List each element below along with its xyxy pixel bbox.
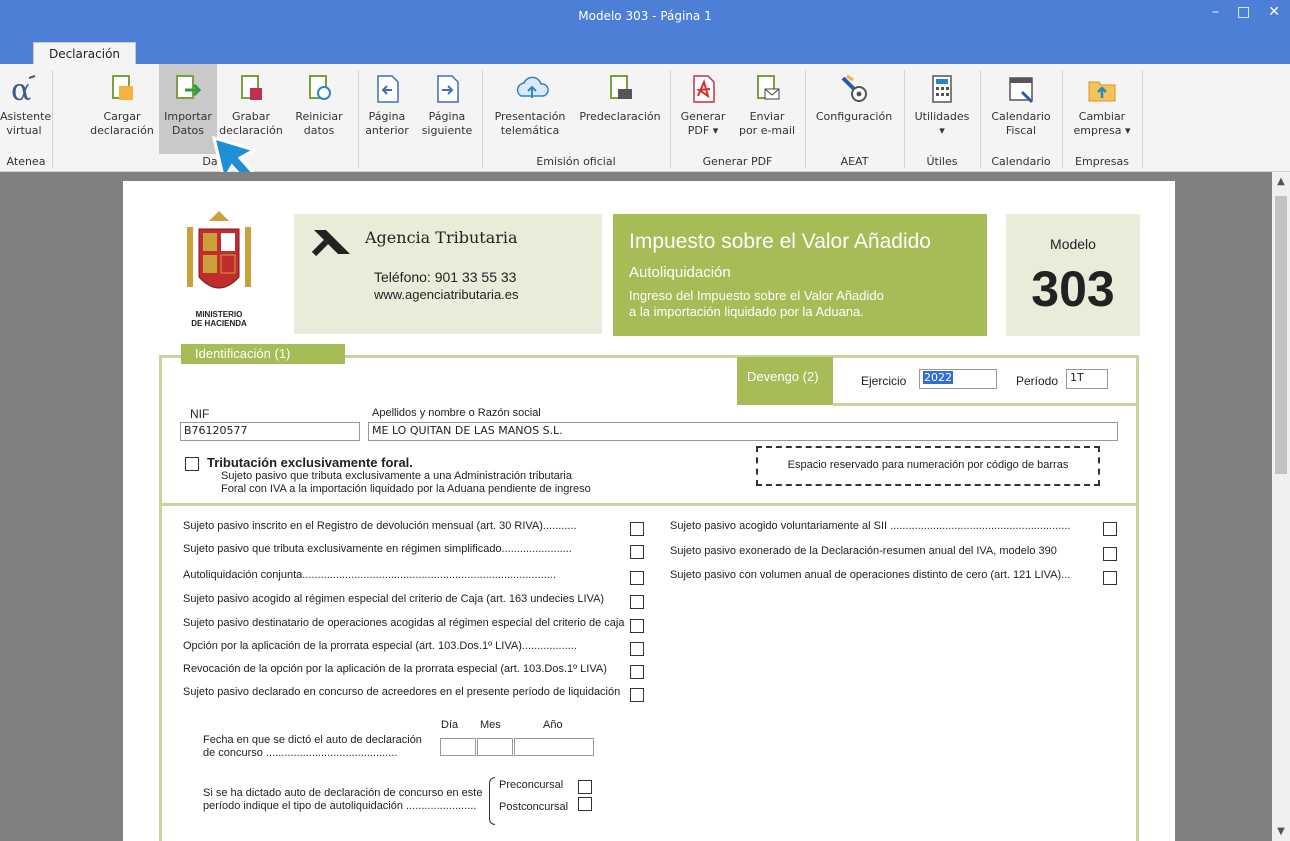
tab-strip: Declaración — [0, 34, 1290, 66]
pagina-anterior-button[interactable]: Página anterior — [362, 64, 412, 154]
postconcursal-checkbox[interactable] — [578, 797, 592, 811]
utilidades-button[interactable]: Utilidades ▾ — [908, 64, 976, 154]
ribbon: α Asistente virtual Cargar declaración Imp… — [0, 64, 1290, 172]
pdf-icon — [688, 74, 718, 104]
foral-checkbox[interactable] — [185, 457, 199, 471]
save-icon — [236, 74, 266, 104]
left-check-label: Sujeto pasivo destinatario de operacione… — [183, 617, 625, 629]
document-viewport: MINISTERIO DE HACIENDA Agencia Tributari… — [8, 172, 1272, 841]
minimize-icon[interactable]: – — [1212, 4, 1219, 20]
group-emision: Emisión oficial — [536, 155, 616, 168]
calculator-icon — [927, 74, 957, 104]
barcode-area: Espacio reservado para numeración por có… — [756, 446, 1100, 486]
right-checkbox[interactable] — [1103, 547, 1117, 561]
devengo-label: Devengo (2) — [737, 357, 833, 405]
preconcursal-checkbox[interactable] — [578, 780, 592, 794]
group-calendario: Calendario — [991, 155, 1051, 168]
left-check-label: Sujeto pasivo que tributa exclusivamente… — [183, 543, 572, 555]
import-icon — [173, 74, 203, 104]
calendar-icon — [1006, 74, 1036, 104]
scroll-up-icon[interactable]: ▲ — [1272, 176, 1290, 187]
arrow-left-icon — [372, 74, 402, 104]
presentacion-telematica-button[interactable]: Presentación telemática — [488, 64, 572, 154]
left-checkbox[interactable] — [630, 665, 644, 679]
left-checkbox[interactable] — [630, 619, 644, 633]
cloud-upload-icon — [515, 74, 549, 104]
predeclaracion-button[interactable]: Predeclaración — [574, 64, 666, 154]
group-utiles: Útiles — [926, 155, 958, 168]
left-checkbox[interactable] — [630, 595, 644, 609]
calendario-fiscal-button[interactable]: Calendario Fiscal — [984, 64, 1058, 154]
left-check-label: Sujeto pasivo declarado en concurso de a… — [183, 686, 621, 698]
agencia-logo-icon — [312, 230, 350, 256]
concurso-dia-field[interactable] — [440, 738, 476, 756]
refresh-icon — [304, 74, 334, 104]
scroll-down-icon[interactable]: ▼ — [1272, 826, 1290, 837]
email-icon — [752, 74, 782, 104]
maximize-icon[interactable]: □ — [1237, 4, 1250, 20]
right-check-label: Sujeto pasivo exonerado de la Declaració… — [670, 545, 1057, 557]
window-title: Modelo 303 - Página 1 — [578, 9, 712, 23]
enviar-email-button[interactable]: Enviar por e-mail — [734, 64, 800, 154]
group-empresas: Empresas — [1075, 155, 1129, 168]
nif-field[interactable]: B76120577 — [180, 422, 360, 441]
group-atenea: Atenea — [6, 155, 46, 168]
close-icon[interactable]: ✕ — [1268, 4, 1280, 20]
left-check-label: Sujeto pasivo acogido al régimen especia… — [183, 593, 605, 605]
generar-pdf-button[interactable]: Generar PDF ▾ — [676, 64, 730, 154]
importar-datos-button[interactable]: Importar Datos — [159, 64, 217, 154]
alpha-icon: α — [9, 73, 39, 108]
section-identificacion: Identificación (1) — [181, 344, 345, 364]
ministerio-logo: MINISTERIO DE HACIENDA — [181, 207, 257, 328]
left-checkbox[interactable] — [630, 688, 644, 702]
right-check-label: Sujeto pasivo acogido voluntariamente al… — [670, 520, 1071, 532]
left-checkbox[interactable] — [630, 642, 644, 656]
cambiar-empresa-button[interactable]: Cambiar empresa ▾ — [1066, 64, 1138, 154]
title-bar: Modelo 303 - Página 1 – □ ✕ — [0, 0, 1290, 34]
left-checkbox[interactable] — [630, 522, 644, 536]
pagina-siguiente-button[interactable]: Página siguiente — [416, 64, 478, 154]
form-page: MINISTERIO DE HACIENDA Agencia Tributari… — [123, 181, 1175, 841]
modelo-box: Modelo 303 — [1006, 214, 1140, 336]
reiniciar-datos-button[interactable]: Reiniciar datos — [289, 64, 349, 154]
concurso-mes-field[interactable] — [477, 738, 513, 756]
left-check-label: Opción por la aplicación de la prorrata … — [183, 640, 577, 652]
folder-upload-icon — [1087, 74, 1117, 104]
impuesto-box: Impuesto sobre el Valor Añadido Autoliqu… — [613, 214, 987, 336]
load-doc-icon — [107, 74, 137, 104]
left-check-label: Revocación de la opción por la aplicació… — [183, 663, 607, 675]
vertical-scrollbar[interactable]: ▲ ▼ — [1272, 172, 1290, 841]
svg-text:α: α — [11, 74, 31, 104]
right-check-label: Sujeto pasivo con volumen anual de opera… — [670, 569, 1071, 581]
asistente-virtual-button[interactable]: α Asistente virtual — [0, 64, 51, 154]
left-checkbox[interactable] — [630, 545, 644, 559]
agencia-box: Agencia Tributaria Teléfono: 901 33 55 3… — [294, 214, 602, 334]
right-checkbox[interactable] — [1103, 571, 1117, 585]
coat-of-arms-icon — [187, 211, 251, 289]
concurso-anio-field[interactable] — [514, 738, 594, 756]
scroll-thumb[interactable] — [1275, 196, 1287, 474]
print-icon — [605, 74, 635, 104]
group-aeat: AEAT — [840, 155, 869, 168]
right-checkbox[interactable] — [1103, 522, 1117, 536]
group-pdf: Generar PDF — [702, 155, 773, 168]
tab-declaracion[interactable]: Declaración — [33, 42, 136, 66]
ejercicio-field[interactable]: 2022 — [919, 369, 997, 389]
periodo-field[interactable]: 1T — [1066, 369, 1108, 389]
configuracion-button[interactable]: Configuración — [808, 64, 900, 154]
gear-icon — [839, 74, 869, 104]
razon-social-field[interactable]: ME LO QUITAN DE LAS MANOS S.L. — [368, 422, 1118, 441]
arrow-right-icon — [432, 74, 462, 104]
left-check-label: Autoliquidación conjunta................… — [183, 569, 556, 581]
left-checkbox[interactable] — [630, 571, 644, 585]
left-check-label: Sujeto pasivo inscrito en el Registro de… — [183, 520, 577, 532]
cargar-declaracion-button[interactable]: Cargar declaración — [86, 64, 158, 154]
